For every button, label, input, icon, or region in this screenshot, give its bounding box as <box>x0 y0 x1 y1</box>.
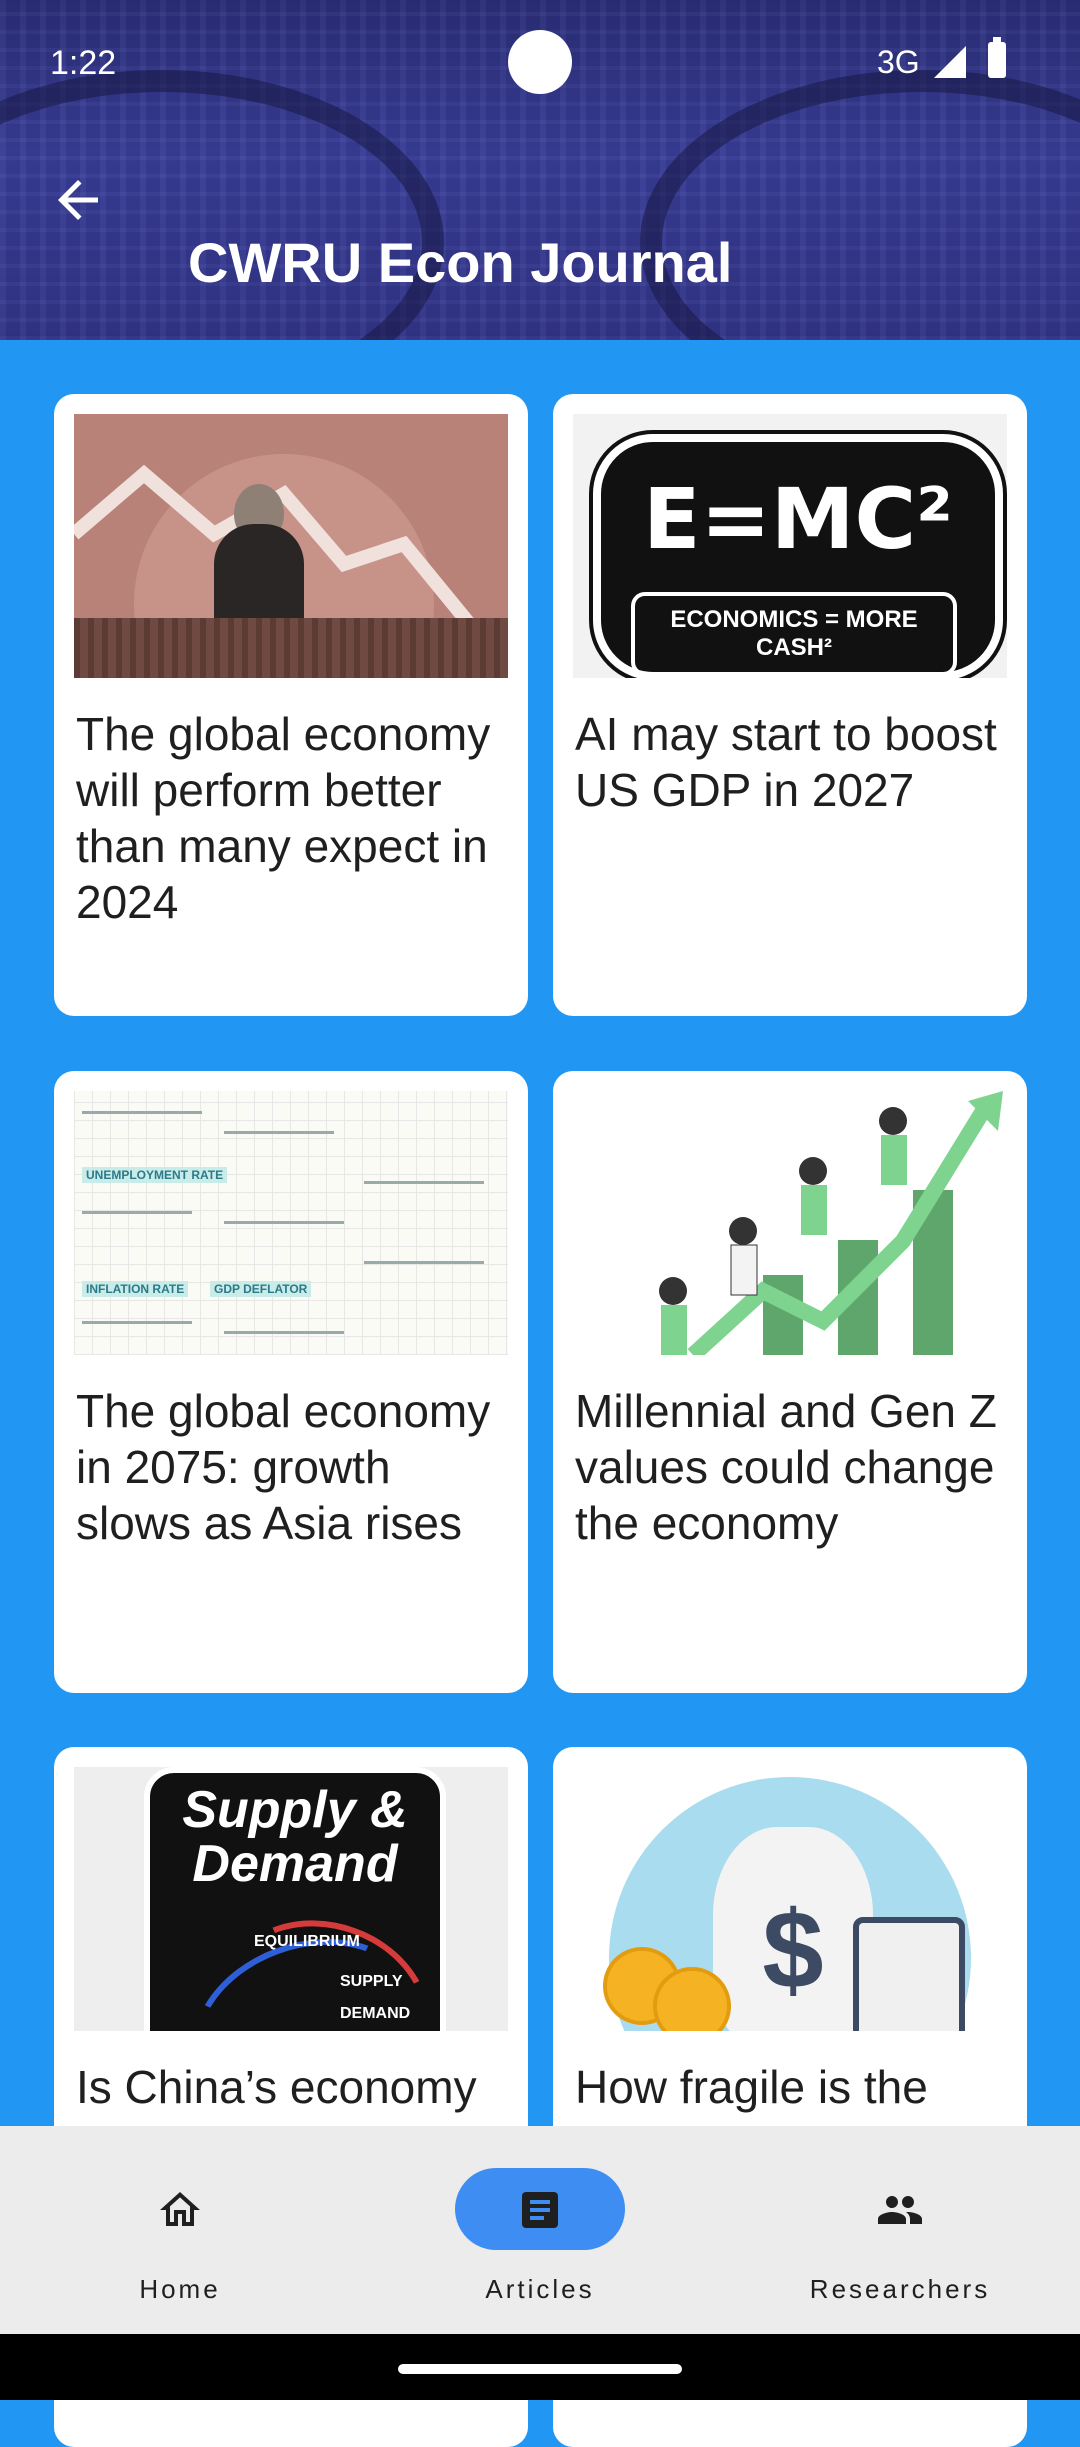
calculator <box>853 1917 965 2031</box>
article-thumbnail: Supply & Demand EQUILIBRIUM SUPPLY DEMAN… <box>74 1767 508 2031</box>
article-title: The global economy in 2075: growth slows… <box>76 1385 491 1549</box>
article-thumbnail: E=MC² ECONOMICS = MORE CASH² <box>573 414 1007 678</box>
dollar-sign: $ <box>762 1889 824 2012</box>
thumb-notes <box>224 1131 334 1134</box>
article-thumbnail <box>573 1091 1007 1355</box>
article-thumbnail: $ <box>573 1767 1007 2031</box>
thumb-label: DEMAND <box>340 2005 411 2022</box>
camera-cutout <box>508 30 572 94</box>
article-title: The global economy will perform better t… <box>76 708 491 928</box>
article-title: How fragile is the <box>575 2061 928 2113</box>
nav-home[interactable]: Home <box>60 2126 300 2334</box>
supply-demand-sticker: Supply & Demand EQUILIBRIUM SUPPLY DEMAN… <box>144 1767 456 2031</box>
article-card[interactable]: The global economy will perform better t… <box>54 394 528 1016</box>
page-title: CWRU Econ Journal <box>188 231 733 294</box>
home-icon <box>160 2192 200 2226</box>
home-gesture-handle[interactable] <box>398 2364 682 2374</box>
thumb-text-sub: ECONOMICS = MORE CASH² <box>631 592 957 676</box>
thumb-label: EQUILIBRIUM <box>254 1933 360 1950</box>
article-thumbnail: UNEMPLOYMENT RATE INFLATION RATE GDP DEF… <box>74 1091 508 1355</box>
growth-arrow-graphic <box>659 1091 1003 1355</box>
header-banner: 1:22 3G CWRU Econ Journal <box>0 0 1080 340</box>
battery-icon <box>988 37 1006 78</box>
article-title: Millennial and Gen Z values could change… <box>575 1385 997 1549</box>
article-card[interactable]: E=MC² ECONOMICS = MORE CASH² AI may star… <box>553 394 1027 1016</box>
nav-home-label: Home <box>139 2274 221 2304</box>
thumb-notes <box>224 1221 344 1224</box>
article-card[interactable]: UNEMPLOYMENT RATE INFLATION RATE GDP DEF… <box>54 1071 528 1693</box>
thumb-notes <box>364 1261 484 1264</box>
thumb-notes <box>364 1181 484 1184</box>
nav-researchers[interactable]: Researchers <box>780 2126 1020 2334</box>
arrow-back-icon <box>58 180 98 220</box>
thumb-tag: UNEMPLOYMENT RATE <box>82 1167 228 1183</box>
thumb-tag: INFLATION RATE <box>82 1281 189 1297</box>
thumb-text-main: Supply & Demand <box>182 1781 408 1893</box>
emc2-sticker: E=MC² ECONOMICS = MORE CASH² <box>593 434 1003 678</box>
back-button[interactable] <box>48 170 108 230</box>
thumb-notes <box>224 1331 344 1334</box>
nav-researchers-label: Researchers <box>809 2274 991 2304</box>
system-gesture-bar <box>0 2334 1080 2400</box>
signal-icon <box>934 46 966 78</box>
article-title: AI may start to boost US GDP in 2027 <box>575 708 997 816</box>
article-card[interactable]: Millennial and Gen Z values could change… <box>553 1071 1027 1693</box>
thumb-notes <box>82 1211 192 1214</box>
bottom-navigation: Home Articles Researchers <box>0 2126 1080 2334</box>
status-time: 1:22 <box>50 44 117 82</box>
thumb-floor <box>74 618 508 678</box>
article-title: Is China’s economy <box>76 2061 477 2113</box>
status-bar: 1:22 3G <box>0 0 1080 130</box>
people-icon <box>878 2196 922 2224</box>
thumb-text-main: E=MC² <box>643 470 953 568</box>
article-thumbnail <box>74 414 508 678</box>
article-icon <box>522 2192 558 2228</box>
nav-articles-label: Articles <box>485 2274 595 2304</box>
nav-articles[interactable]: Articles <box>420 2126 660 2334</box>
network-type: 3G <box>877 44 920 80</box>
thumb-notes <box>82 1111 202 1114</box>
thumb-tag: GDP DEFLATOR <box>210 1281 312 1297</box>
thumb-notes <box>82 1321 192 1324</box>
thumb-label: SUPPLY <box>340 1973 403 1990</box>
